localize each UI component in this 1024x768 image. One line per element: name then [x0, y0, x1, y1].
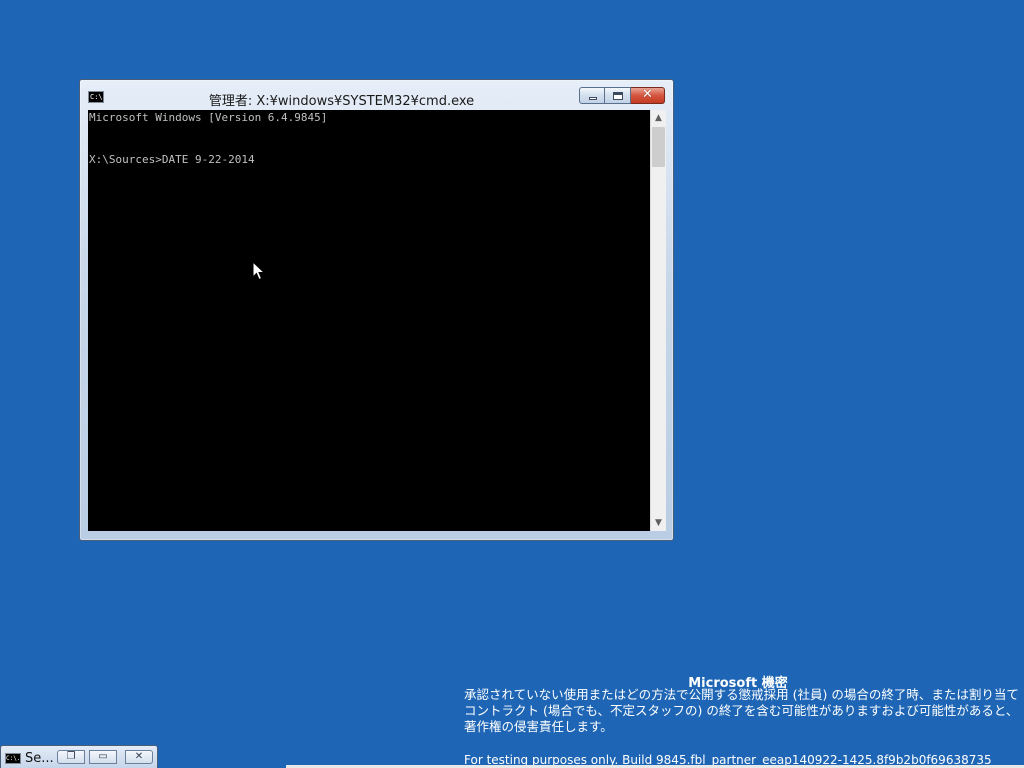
- scroll-up-arrow-icon[interactable]: ▲: [651, 110, 666, 126]
- title-bar[interactable]: C:\. 管理者: X:¥windows¥SYSTEM32¥cmd.exe ✕: [80, 80, 673, 110]
- watermark-body: 承認されていない使用またはどの方法で公開する懲戒採用 (社員) の場合の終了時、…: [464, 687, 1019, 734]
- cmd-app-icon[interactable]: C:\.: [88, 91, 104, 103]
- close-icon: ✕: [134, 751, 144, 762]
- cmd-window[interactable]: C:\. 管理者: X:¥windows¥SYSTEM32¥cmd.exe ✕ …: [79, 79, 674, 541]
- maximize-icon: [613, 92, 623, 100]
- mouse-pointer-icon: [252, 261, 266, 281]
- minimized-window-title: Se...: [25, 751, 54, 766]
- close-button[interactable]: ✕: [631, 87, 665, 104]
- maximize-button[interactable]: [605, 87, 631, 104]
- vertical-scrollbar[interactable]: ▲ ▼: [650, 110, 666, 531]
- minimized-restore-button[interactable]: ❐: [57, 750, 85, 764]
- console-line-version: Microsoft Windows [Version 6.4.9845]: [89, 111, 328, 124]
- minimized-close-button[interactable]: ✕: [125, 750, 153, 764]
- minimized-maximize-button[interactable]: ▭: [89, 750, 117, 764]
- minimize-button[interactable]: [579, 87, 605, 104]
- minimize-icon: [589, 97, 597, 100]
- minimized-window-icon[interactable]: C:\.: [5, 753, 21, 764]
- close-icon: ✕: [642, 87, 653, 102]
- scroll-thumb[interactable]: [652, 127, 665, 167]
- console-line-command: X:\Sources>DATE 9-22-2014: [89, 153, 255, 166]
- restore-icon: ❐: [66, 751, 76, 762]
- caption-buttons: ✕: [579, 87, 665, 105]
- console-output[interactable]: Microsoft Windows [Version 6.4.9845] X:\…: [88, 110, 650, 531]
- minimized-window[interactable]: C:\. Se... ❐ ▭ ✕: [0, 745, 158, 768]
- maximize-icon: ▭: [98, 751, 108, 762]
- window-title: 管理者: X:¥windows¥SYSTEM32¥cmd.exe: [208, 94, 475, 109]
- scroll-down-arrow-icon[interactable]: ▼: [651, 515, 666, 531]
